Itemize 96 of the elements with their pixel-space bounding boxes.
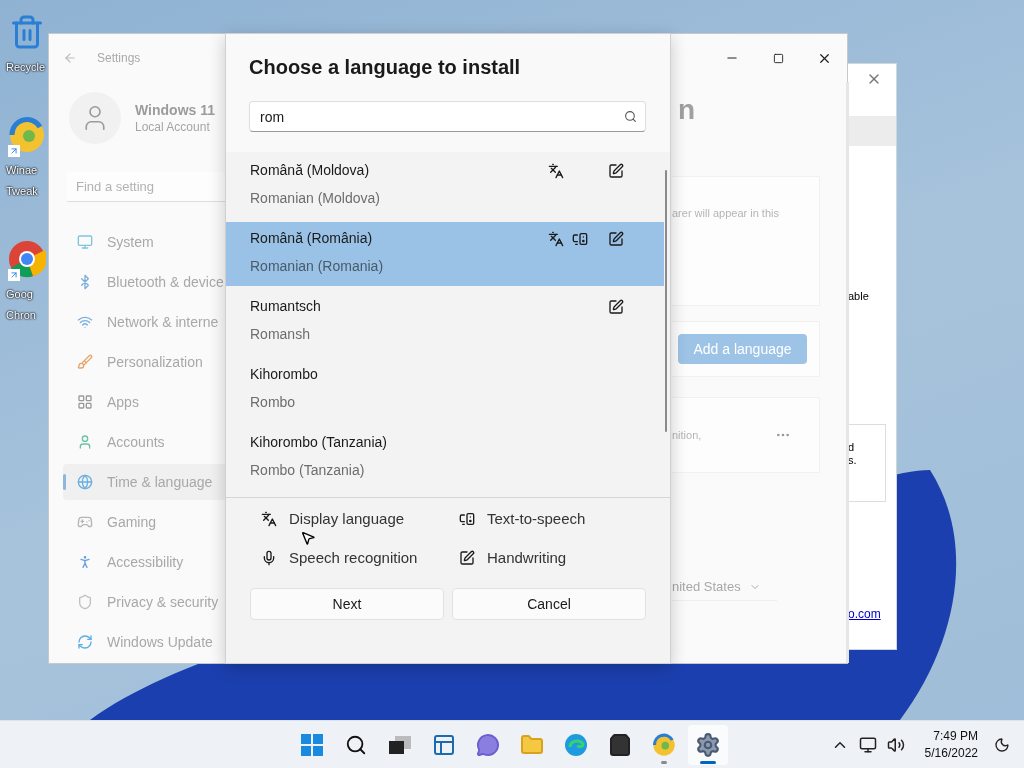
network-icon[interactable] [858, 735, 877, 754]
update-icon [77, 634, 93, 650]
account-type: Local Account [135, 120, 211, 134]
network-icon [77, 314, 93, 330]
monitor-speech-icon [459, 510, 475, 527]
browser-icon [564, 733, 588, 757]
desktop-icon-label[interactable]: Chron [6, 308, 36, 323]
gear-icon [695, 732, 721, 758]
language-row[interactable]: Română (Moldova) Romanian (Moldova) [226, 154, 664, 218]
nav-item[interactable]: Apps [63, 384, 226, 420]
desktop-icon-label[interactable]: Goog [6, 287, 33, 302]
accounts-icon [77, 434, 93, 450]
shortcut-arrow-icon [8, 269, 20, 281]
personalization-icon [77, 354, 93, 370]
native-name: Rumantsch [250, 297, 322, 315]
microphone-icon [261, 549, 277, 566]
search-icon [345, 734, 367, 756]
card-text: nition, [672, 429, 702, 441]
language-row[interactable]: Rumantsch Romansh [226, 290, 664, 354]
dialog-title: Choose a language to install [249, 56, 522, 79]
cancel-button[interactable]: Cancel [452, 588, 646, 620]
feature-label: Speech recognition [289, 549, 418, 566]
nav-item[interactable]: Bluetooth & device [63, 264, 226, 300]
language-row[interactable]: Kihorombo Rombo [226, 358, 664, 422]
nav-item[interactable]: Privacy & security [63, 584, 226, 620]
accessibility-icon [77, 554, 93, 570]
native-name: Română (Moldova) [250, 161, 371, 179]
nav-item[interactable]: Personalization [63, 344, 226, 380]
language-icon [548, 163, 564, 179]
nav-item[interactable]: Time & language [63, 464, 226, 500]
language-row[interactable]: Kihorombo (Tanzania) Rombo (Tanzania) [226, 426, 664, 490]
window-title: Settings [97, 51, 141, 65]
text-fragment: s. [848, 454, 858, 467]
mouse-pointer-icon [300, 530, 316, 546]
add-language-button[interactable]: Add a language [678, 334, 807, 364]
apps-icon [77, 394, 93, 410]
nav-item[interactable]: Gaming [63, 504, 226, 540]
native-name: Română (România) [250, 229, 374, 247]
moon-icon[interactable] [994, 736, 1010, 753]
maximize-icon [772, 52, 784, 64]
avatar-icon [69, 92, 121, 144]
english-name: Romanian (Moldova) [250, 189, 381, 207]
volume-icon[interactable] [886, 735, 905, 754]
pen-icon [608, 231, 624, 247]
english-name: Romansh [250, 325, 311, 343]
folder-icon [520, 733, 544, 757]
feature-label: Text-to-speech [487, 510, 586, 527]
widgets-icon [432, 733, 456, 757]
language-row[interactable]: Română (România) Romanian (Romania) [226, 222, 664, 286]
language-icon [261, 510, 277, 527]
scrollbar-thumb[interactable] [665, 170, 667, 432]
english-name: Rombo (Tanzania) [250, 461, 366, 479]
monitor-speech-icon [572, 231, 588, 247]
desktop-icon-label[interactable]: Tweak [6, 184, 38, 199]
desktop-icon-label[interactable]: Recycle [6, 60, 46, 75]
nav-item[interactable]: Accessibility [63, 544, 226, 580]
search-field[interactable]: rom [249, 101, 646, 132]
account-name: Windows 11 [135, 102, 215, 118]
nav-item[interactable]: Accounts [63, 424, 226, 460]
time-icon [77, 474, 93, 490]
pen-icon [459, 549, 475, 566]
next-button[interactable]: Next [250, 588, 444, 620]
feature-label: Display language [289, 510, 405, 527]
privacy-icon [77, 594, 93, 610]
shortcut-arrow-icon [8, 145, 20, 157]
desktop-icon-label[interactable]: Winae [6, 163, 38, 178]
page-heading: n [677, 93, 697, 127]
nav-item[interactable]: Network & interne [63, 304, 226, 340]
chat-icon [476, 733, 500, 757]
search-icon [624, 110, 637, 123]
link[interactable]: o.com [848, 607, 881, 621]
nav-item[interactable]: System [63, 224, 226, 260]
clock-date[interactable]: 5/16/2022 [924, 744, 978, 762]
english-name: Rombo [250, 393, 297, 411]
native-name: Kihorombo [250, 365, 319, 383]
english-name: Romanian (Romania) [250, 257, 385, 275]
card-text: arer will appear in this [672, 207, 779, 219]
clock-time[interactable]: 7:49 PM [933, 727, 978, 745]
browser-icon [8, 240, 46, 278]
system-icon [77, 234, 93, 250]
taskbar-button[interactable] [688, 725, 728, 765]
feature-label: Handwriting [487, 549, 567, 566]
recycle-bin-icon [9, 14, 45, 50]
gaming-icon [77, 514, 93, 530]
swirl-icon [652, 733, 676, 757]
language-icon [548, 231, 564, 247]
pen-icon [608, 163, 624, 179]
text-fragment: d [848, 441, 856, 454]
swirl-icon [8, 116, 46, 154]
pen-icon [608, 299, 624, 315]
nav-item[interactable]: Windows Update [63, 624, 226, 660]
task-view-icon [389, 736, 411, 754]
native-name: Kihorombo (Tanzania) [250, 433, 388, 451]
region-dropdown[interactable]: nited States [672, 573, 777, 601]
text-fragment: able [848, 290, 869, 302]
windows-logo-icon [301, 734, 323, 756]
